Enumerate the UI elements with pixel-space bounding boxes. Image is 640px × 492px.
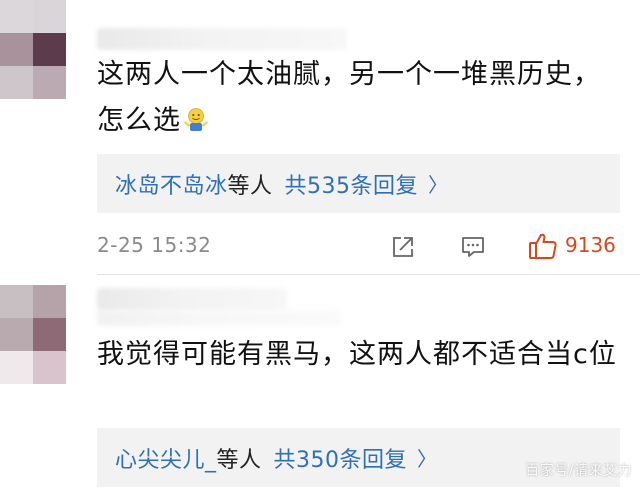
timestamp: 2-25 15:32 <box>97 233 212 257</box>
username-blurred <box>97 310 342 326</box>
reply-count[interactable]: 共350条回复 <box>274 442 408 474</box>
chevron-right-icon: 〉 <box>428 173 449 197</box>
comment-meta-row: 2-25 15:32 9136 <box>97 231 637 263</box>
comment-text: 我觉得可能有黑马，这两人都不适合当c位 <box>97 339 617 370</box>
reply-others-label: 等人 <box>216 447 262 473</box>
avatar[interactable] <box>0 285 66 384</box>
comment-divider <box>97 274 640 275</box>
username-blurred[interactable] <box>97 28 347 50</box>
comment-icon[interactable] <box>460 234 486 260</box>
reply-count[interactable]: 共535条回复 <box>285 168 419 200</box>
watermark: 百家号/请来艾力 <box>525 463 632 479</box>
comment-text-content: 这两人一个太油腻，另一个一堆黑历史，怎么选 <box>97 59 601 136</box>
share-icon[interactable] <box>390 234 416 260</box>
like-icon[interactable] <box>528 232 558 260</box>
username-blurred[interactable] <box>97 288 287 310</box>
reply-others-label: 等人 <box>227 173 273 199</box>
chevron-right-icon: 〉 <box>417 447 438 471</box>
avatar[interactable] <box>0 0 66 100</box>
shrug-emoji-icon <box>184 108 208 131</box>
like-count: 9136 <box>565 233 616 257</box>
comment-text: 这两人一个太油腻，另一个一堆黑历史，怎么选 <box>97 52 617 144</box>
reply-summary-link[interactable]: 冰岛不岛冰 等人 共535条回复 〉 <box>97 154 620 213</box>
comment-item: 这两人一个太油腻，另一个一堆黑历史，怎么选 冰岛不岛冰 等人 共535条回复 〉… <box>0 0 640 276</box>
reply-username[interactable]: 心尖尖儿_ <box>115 442 217 474</box>
reply-username[interactable]: 冰岛不岛冰 <box>115 168 228 200</box>
